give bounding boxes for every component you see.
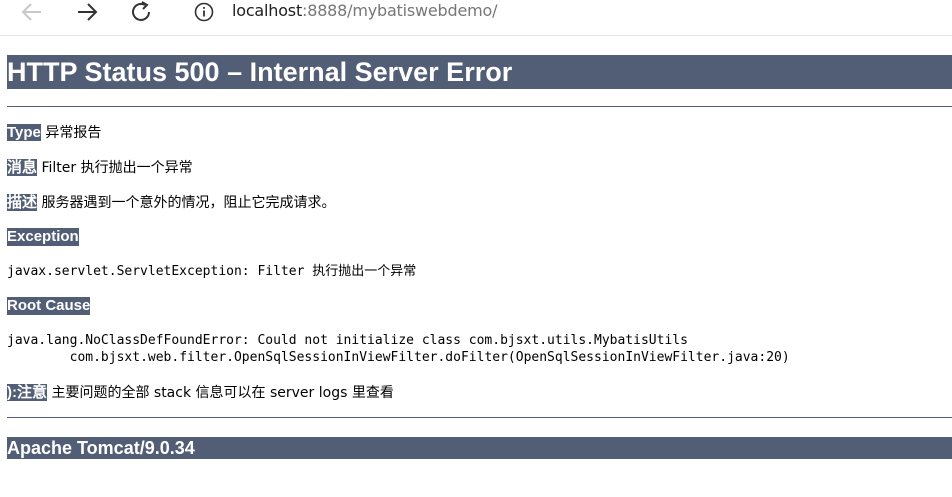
url-text[interactable]: localhost:8888/mybatiswebdemo/ [232,1,497,21]
back-button[interactable] [19,0,45,24]
arrow-left-icon [21,3,41,21]
type-value: 异常报告 [45,125,102,141]
description-row: 描述 服务器遇到一个意外的情况，阻止它完成请求。 [7,194,335,212]
root-cause-text: java.lang.NoClassDefFoundError: Could no… [7,333,790,365]
divider-bottom [7,417,952,418]
server-footer: Apache Tomcat/9.0.34 [7,437,952,459]
root-cause-heading: Root Cause [7,297,91,315]
url-host: localhost [232,1,303,20]
forward-button[interactable] [74,0,100,24]
arrow-right-icon [78,3,98,21]
exception-text: javax.servlet.ServletException: Filter 执… [7,264,417,279]
exception-heading: Exception [7,228,79,246]
info-icon[interactable] [194,2,214,22]
page-content: HTTP Status 500 – Internal Server Error … [0,36,952,497]
reload-button[interactable] [129,0,155,24]
description-value: 服务器遇到一个意外的情况，阻止它完成请求。 [41,195,336,211]
note-row: ):注意 主要问题的全部 stack 信息可以在 server logs 里查看 [7,384,394,402]
type-label: Type [7,124,41,141]
reload-icon [132,1,150,21]
page-title: HTTP Status 500 – Internal Server Error [7,55,952,89]
url-path: :8888/mybatiswebdemo/ [302,1,498,20]
description-label: 描述 [7,194,38,211]
message-value: Filter 执行抛出一个异常 [41,160,193,176]
note-label: ):注意 [7,384,47,401]
divider-top [7,106,952,107]
message-row: 消息 Filter 执行抛出一个异常 [7,159,193,177]
type-row: Type 异常报告 [7,124,101,142]
browser-toolbar: localhost:8888/mybatiswebdemo/ [0,0,952,26]
note-value: 主要问题的全部 stack 信息可以在 server logs 里查看 [51,385,394,401]
message-label: 消息 [7,159,38,176]
